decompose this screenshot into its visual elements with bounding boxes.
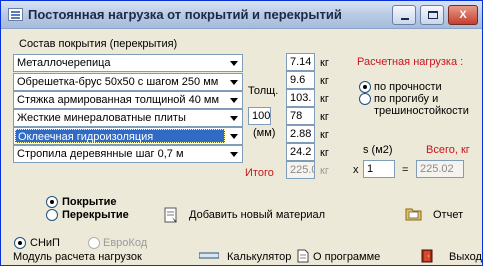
floor-label: Перекрытие xyxy=(62,209,129,221)
calculator-icon xyxy=(199,252,219,259)
layer-select-6[interactable]: Стропила деревянные шаг 0,7 м xyxy=(13,145,243,163)
close-button[interactable]: X xyxy=(448,5,478,25)
weight-unit-5: кг xyxy=(320,129,329,141)
chevron-down-icon[interactable] xyxy=(226,74,242,90)
close-icon: X xyxy=(459,9,467,21)
chevron-down-icon[interactable] xyxy=(226,110,242,126)
total-label: Итого xyxy=(245,167,274,179)
chevron-down-icon[interactable] xyxy=(226,128,242,144)
floor-radio[interactable] xyxy=(46,209,58,221)
selection-highlight: Оклеечная гидроизоляция xyxy=(15,129,225,143)
deflection-label: по прогибу и xyxy=(374,93,439,105)
layer-select-1-value: Металлочерепица xyxy=(17,57,111,69)
report-label: Отчет xyxy=(433,209,464,221)
layer-select-4[interactable]: Жесткие минераловатные плиты xyxy=(13,109,243,127)
roof-radio[interactable] xyxy=(46,196,58,208)
layer-select-3[interactable]: Стяжка армированная толщиной 40 мм xyxy=(13,91,243,109)
eurocode-label: ЕвроКод xyxy=(103,237,148,249)
main-window: Постоянная нагрузка от покрытий и перекр… xyxy=(0,0,483,266)
weight-field-1[interactable]: 7.14 xyxy=(286,53,315,71)
minimize-button[interactable] xyxy=(392,5,416,25)
layer-select-2[interactable]: Обрешетка-брус 50х50 с шагом 250 мм xyxy=(13,73,243,91)
add-material-icon xyxy=(164,207,177,223)
chevron-down-icon[interactable] xyxy=(226,92,242,108)
layer-select-5-value: Оклеечная гидроизоляция xyxy=(18,131,154,143)
weight-field-4[interactable]: 78 xyxy=(286,107,315,125)
composition-heading: Состав покрытия (перекрытия) xyxy=(19,38,178,50)
title-bar: Постоянная нагрузка от покрытий и перекр… xyxy=(1,1,482,29)
snip-radio[interactable] xyxy=(14,237,26,249)
about-label: О программе xyxy=(313,251,381,263)
layer-select-3-value: Стяжка армированная толщиной 40 мм xyxy=(17,94,220,106)
maximize-icon xyxy=(428,11,438,19)
deflection-label-2: трешиностойкости xyxy=(374,105,469,117)
document-icon xyxy=(297,249,309,263)
module-label: Модуль расчета нагрузок xyxy=(13,251,142,263)
weight-field-3[interactable]: 103. xyxy=(286,89,315,107)
add-material-label: Добавить новый материал xyxy=(189,209,326,221)
chevron-down-icon[interactable] xyxy=(226,146,242,162)
thickness-unit: (мм) xyxy=(253,127,276,139)
maximize-button[interactable] xyxy=(420,5,444,25)
calculator-label: Калькулятор xyxy=(227,251,292,263)
app-icon xyxy=(8,8,23,21)
layer-select-1[interactable]: Металлочерепица xyxy=(13,54,243,72)
weight-field-6[interactable]: 24.2 xyxy=(286,143,315,161)
snip-label: СНиП xyxy=(30,237,60,249)
thickness-label: Толщ. xyxy=(248,85,279,97)
thickness-input[interactable]: 100 xyxy=(248,107,271,125)
weight-unit-1: кг xyxy=(320,57,329,69)
weight-unit-2: кг xyxy=(320,75,329,87)
exit-door-icon xyxy=(421,249,433,263)
layer-select-6-value: Стропила деревянные шаг 0,7 м xyxy=(17,148,184,160)
layer-select-5[interactable]: Оклеечная гидроизоляция xyxy=(13,127,243,145)
roof-label: Покрытие xyxy=(62,196,117,208)
area-label: s (м2) xyxy=(363,144,393,156)
weight-unit-3: кг xyxy=(320,93,329,105)
weight-unit-4: кг xyxy=(320,111,329,123)
layer-select-2-value: Обрешетка-брус 50х50 с шагом 250 мм xyxy=(17,76,219,88)
strength-radio[interactable] xyxy=(359,81,371,93)
eurocode-radio xyxy=(88,237,100,249)
chevron-down-icon[interactable] xyxy=(226,55,242,71)
multiply-sign: x xyxy=(353,164,359,176)
total-unit: кг xyxy=(320,165,329,177)
equals-sign: = xyxy=(402,164,409,176)
grand-total-field: 225.02 xyxy=(416,160,464,178)
exit-label: Выход xyxy=(449,251,482,263)
layer-select-4-value: Жесткие минераловатные плиты xyxy=(17,112,186,124)
weight-field-5[interactable]: 2.88 xyxy=(286,125,315,143)
calc-load-heading: Расчетная нагрузка : xyxy=(357,56,464,68)
folder-icon xyxy=(405,208,422,221)
weight-field-2[interactable]: 9.6 xyxy=(286,71,315,89)
weight-unit-6: кг xyxy=(320,147,329,159)
total-field: 225.0 xyxy=(286,161,315,179)
area-input[interactable]: 1 xyxy=(363,160,395,178)
minimize-icon xyxy=(401,18,409,20)
strength-label: по прочности xyxy=(374,81,442,93)
grand-total-label: Всего, кг xyxy=(426,144,470,156)
window-title: Постоянная нагрузка от покрытий и перекр… xyxy=(28,7,342,22)
deflection-radio[interactable] xyxy=(359,93,371,105)
